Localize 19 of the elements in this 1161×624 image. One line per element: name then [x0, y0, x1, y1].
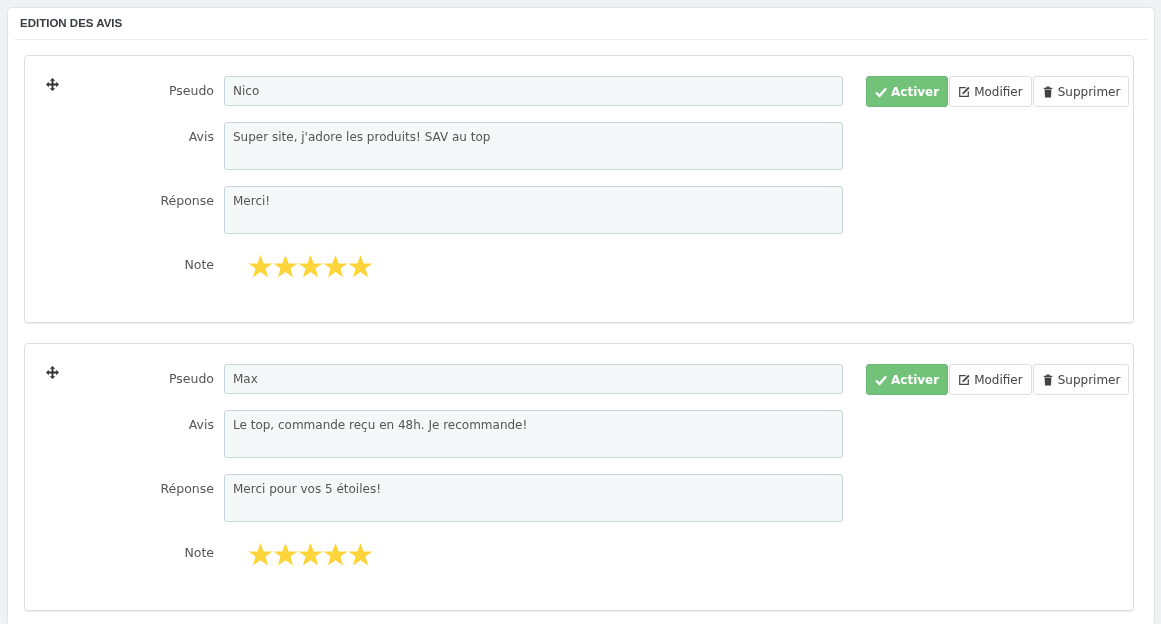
text-area[interactable]: Merci!	[224, 186, 843, 234]
edit-button[interactable]: Modifier	[949, 364, 1032, 395]
field-label: Réponse	[159, 192, 215, 210]
panel-title: EDITION DES AVIS	[14, 8, 1148, 40]
field-label: Pseudo	[167, 370, 215, 388]
text-area[interactable]: Le top, commande reçu en 48h. Je recommande!	[224, 410, 843, 458]
field-label: Avis	[187, 128, 215, 146]
field-label: Note	[183, 544, 215, 562]
field-label: Pseudo	[167, 82, 215, 100]
delete-button[interactable]: Supprimer	[1032, 364, 1130, 395]
delete-button[interactable]: Supprimer	[1032, 76, 1130, 107]
input-field[interactable]: Max	[224, 364, 843, 394]
edit-button[interactable]: Modifier	[949, 76, 1032, 107]
field-label: Réponse	[159, 480, 215, 498]
text-area[interactable]: Merci pour vos 5 étoiles!	[224, 474, 843, 522]
input-field[interactable]: Nico	[224, 76, 843, 106]
text-area[interactable]: Super site, j'adore les produits! SAV au top	[224, 122, 843, 170]
field-label: Note	[183, 256, 215, 274]
field-label: Avis	[187, 416, 215, 434]
